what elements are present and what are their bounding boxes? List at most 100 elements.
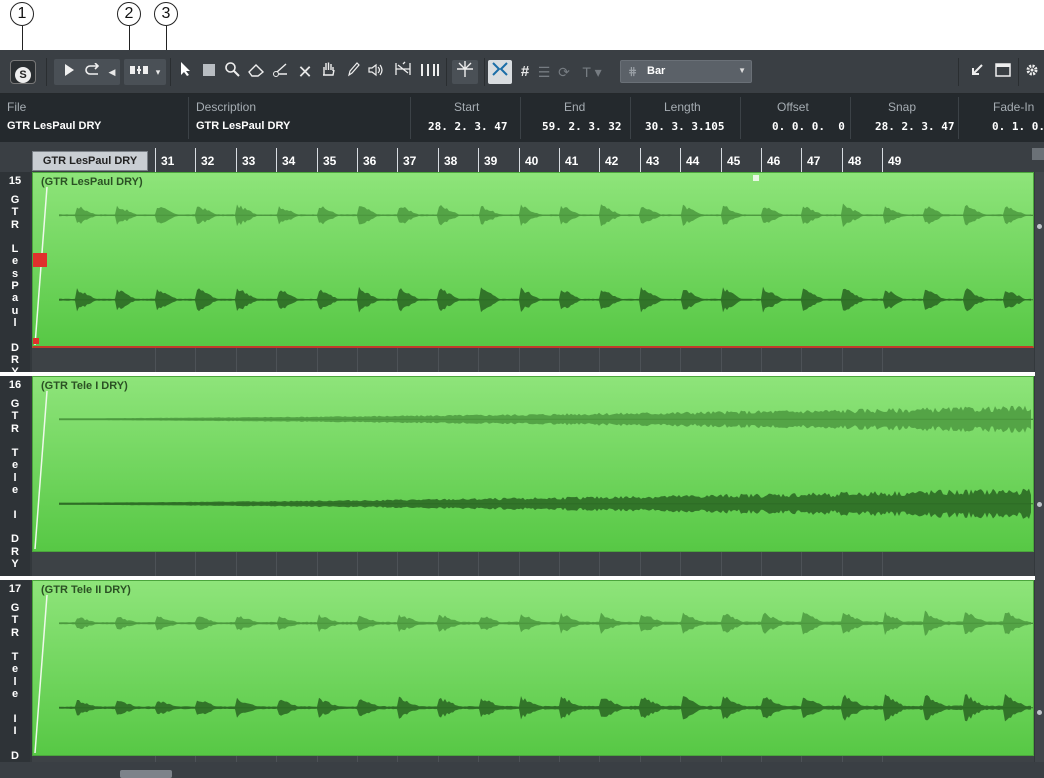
event-title: (GTR LesPaul DRY) (41, 176, 143, 188)
fade-line[interactable] (34, 594, 48, 754)
info-header: Length (664, 100, 701, 114)
scroll-knob[interactable] (1037, 224, 1042, 229)
chevron-down-icon[interactable]: ▾ (152, 60, 164, 84)
audio-event[interactable]: (GTR LesPaul DRY) (32, 172, 1034, 348)
scroll-knob[interactable] (1037, 710, 1042, 715)
info-header: End (564, 100, 586, 114)
event-handle[interactable] (33, 253, 47, 267)
info-length[interactable]: Length 30. 3. 3.105 (630, 94, 740, 142)
track-header[interactable]: 15 G T R L e s P a u l D R Y (0, 172, 30, 378)
play-icon[interactable] (58, 60, 80, 84)
bar-tick (761, 148, 762, 172)
event-name-tab[interactable]: GTR LesPaul DRY (32, 151, 148, 171)
info-value[interactable]: GTR LesPaul DRY (196, 120, 290, 132)
scroll-thumb[interactable] (120, 770, 172, 778)
split-icon[interactable] (270, 60, 290, 84)
grid-line (640, 552, 641, 576)
waveform-channel-left (59, 203, 1031, 227)
bar-number: 45 (727, 154, 741, 168)
grid-line (721, 348, 722, 372)
track-name: G T R T e l e I I D (10, 602, 20, 762)
grid-icon[interactable]: # (516, 60, 534, 84)
info-value[interactable]: 0. 1. 0. (992, 120, 1044, 133)
event-handle[interactable] (33, 338, 39, 344)
draw-icon[interactable] (344, 60, 362, 84)
ruler[interactable]: GTR LesPaul DRY 31 32 33 34 35 36 37 38 39 40 41 42… (0, 142, 1044, 172)
grid-line (721, 552, 722, 576)
info-header: Snap (888, 100, 917, 114)
callout-line (22, 26, 24, 50)
bars-icon[interactable] (418, 60, 440, 84)
info-value[interactable]: 30. 3. 3.105 (645, 120, 724, 133)
window-icon[interactable] (992, 60, 1014, 84)
info-value[interactable]: 0. 0. 0. 0 (772, 120, 845, 133)
info-start[interactable]: Start 28. 2. 3. 47 (410, 94, 520, 142)
pointer-icon[interactable] (176, 60, 194, 84)
callout-1: 1 (10, 2, 34, 26)
track-header[interactable]: 16 G T R T e l e I D R Y (0, 376, 30, 576)
chevron-down-icon[interactable] (1032, 148, 1044, 160)
track-header[interactable]: 17 G T R T e l e I I D (0, 580, 30, 762)
quantize-select[interactable]: ⋕ Bar ▼ (620, 60, 752, 83)
bar-number: 35 (323, 154, 337, 168)
mute-icon[interactable]: ✕ (296, 60, 314, 84)
info-value[interactable]: 28. 2. 3. 47 (875, 120, 954, 133)
waveform-channel-left (59, 405, 1031, 433)
info-value[interactable]: GTR LesPaul DRY (7, 120, 101, 132)
audio-event[interactable]: (GTR Tele II DRY) (32, 580, 1034, 756)
fade-line[interactable] (34, 390, 48, 550)
bar-number: 44 (686, 154, 700, 168)
event-title: (GTR Tele I DRY) (41, 380, 128, 392)
info-file[interactable]: File GTR LesPaul DRY (0, 94, 186, 142)
track: 17 G T R T e l e I I D (GTR Tele II DRY) (0, 580, 1044, 778)
grid-line (519, 552, 520, 576)
bar-tick (882, 148, 883, 172)
track-name: G T R T e l e I D R Y (10, 398, 20, 570)
bar-number: 38 (444, 154, 458, 168)
autoscroll-icon[interactable] (452, 60, 478, 84)
grid-line (599, 552, 600, 576)
bar-tick (478, 148, 479, 172)
info-line: File GTR LesPaul DRY Description GTR Les… (0, 94, 1044, 142)
bar-tick (317, 148, 318, 172)
info-value[interactable]: 28. 2. 3. 47 (428, 120, 507, 133)
info-fade-in[interactable]: Fade-In 0. 1. 0. (958, 94, 1044, 142)
horizontal-scrollbar[interactable] (0, 762, 1044, 778)
bar-number: 32 (201, 154, 215, 168)
volume-handle[interactable] (753, 175, 759, 181)
info-snap[interactable]: Snap 28. 2. 3. 47 (850, 94, 958, 142)
info-value[interactable]: 59. 2. 3. 32 (542, 120, 621, 133)
grid-line (882, 348, 883, 372)
toolbar-separator (170, 58, 171, 86)
grid-line (276, 348, 277, 372)
waveform (34, 390, 1033, 550)
bar-tick (640, 148, 641, 172)
info-end[interactable]: End 59. 2. 3. 32 (520, 94, 630, 142)
info-offset[interactable]: Offset 0. 0. 0. 0 (740, 94, 850, 142)
insert-icon[interactable] (126, 60, 152, 84)
collapse-icon[interactable] (966, 60, 988, 84)
timewarp-icon[interactable] (392, 60, 414, 84)
bar-tick (519, 148, 520, 172)
bar-tick (680, 148, 681, 172)
erase-icon[interactable] (246, 60, 266, 84)
snap-toggle-icon[interactable] (488, 60, 512, 84)
grid-line (317, 348, 318, 372)
bar-number: 41 (565, 154, 579, 168)
chevron-down-icon[interactable]: ◀ (106, 60, 118, 84)
hand-icon[interactable] (318, 60, 338, 84)
audio-event[interactable]: (GTR Tele I DRY) (32, 376, 1034, 552)
scroll-knob[interactable] (1037, 502, 1042, 507)
solo-button[interactable]: S (10, 60, 36, 84)
app-root: 1 2 3 S ◀ ▾ ✕ # ☰ ⟳ T ▾ ⋕ Bar ▼ File GTR… (0, 0, 1044, 778)
bar-number: 49 (888, 154, 902, 168)
waveform (34, 594, 1033, 754)
info-header: Offset (777, 100, 809, 114)
vertical-scrollbar[interactable] (1035, 172, 1044, 762)
info-description[interactable]: Description GTR LesPaul DRY (188, 94, 410, 142)
zoom-icon[interactable] (222, 60, 242, 84)
speaker-icon[interactable] (366, 60, 386, 84)
range-icon[interactable] (200, 60, 218, 84)
settings-icon[interactable] (1022, 60, 1042, 84)
loop-icon[interactable] (82, 60, 104, 84)
